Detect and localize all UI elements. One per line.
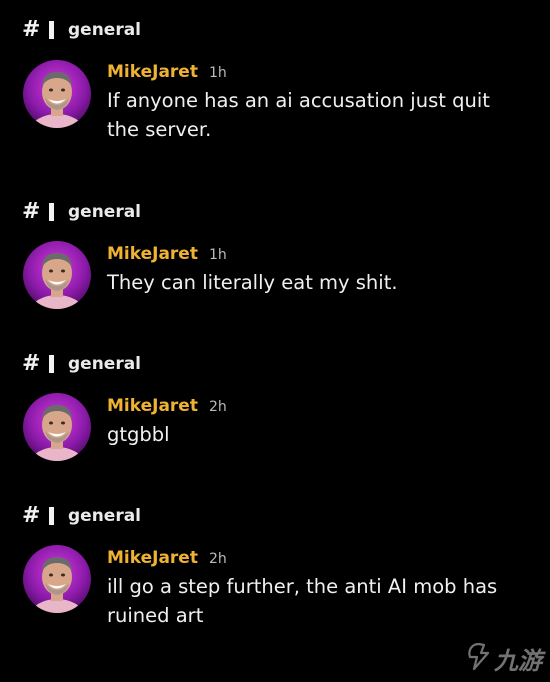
author-name[interactable]: MikeJaret [107,62,198,82]
channel-name[interactable]: general [68,20,141,40]
channel-divider-bar [49,355,54,373]
avatar[interactable] [23,241,91,309]
message-meta: MikeJaret 1h [107,62,227,82]
message-text: ill go a step further, the anti AI mob h… [107,575,498,627]
channel-divider-bar [49,203,54,221]
message-meta: MikeJaret 2h [107,396,227,416]
message-text: They can literally eat my shit. [107,271,398,294]
avatar[interactable] [23,545,91,613]
message-text: gtgbbl [107,423,170,446]
avatar[interactable] [23,393,91,461]
channel-divider-bar [49,21,54,39]
channel-header[interactable]: # general [22,351,141,377]
timestamp: 1h [208,65,227,81]
author-name[interactable]: MikeJaret [107,548,198,568]
timestamp: 2h [208,399,227,415]
channel-header[interactable]: # general [22,17,141,43]
watermark-text: 九游 [494,647,542,675]
channel-header[interactable]: # general [22,199,141,225]
channel-name[interactable]: general [68,354,141,374]
timestamp: 2h [208,551,227,567]
hashtag-icon: # [22,17,41,42]
timestamp: 1h [208,247,227,263]
channel-divider-bar [49,507,54,525]
watermark: 九游 [466,641,542,676]
message-meta: MikeJaret 2h [107,548,227,568]
watermark-logo-icon [466,642,492,676]
hashtag-icon: # [22,199,41,224]
channel-name[interactable]: general [68,506,141,526]
channel-header[interactable]: # general [22,503,141,529]
channel-name[interactable]: general [68,202,141,222]
author-name[interactable]: MikeJaret [107,244,198,264]
avatar[interactable] [23,60,91,128]
author-name[interactable]: MikeJaret [107,396,198,416]
message-meta: MikeJaret 1h [107,244,227,264]
message-text: If anyone has an ai accusation just quit… [107,89,490,141]
hashtag-icon: # [22,503,41,528]
hashtag-icon: # [22,351,41,376]
